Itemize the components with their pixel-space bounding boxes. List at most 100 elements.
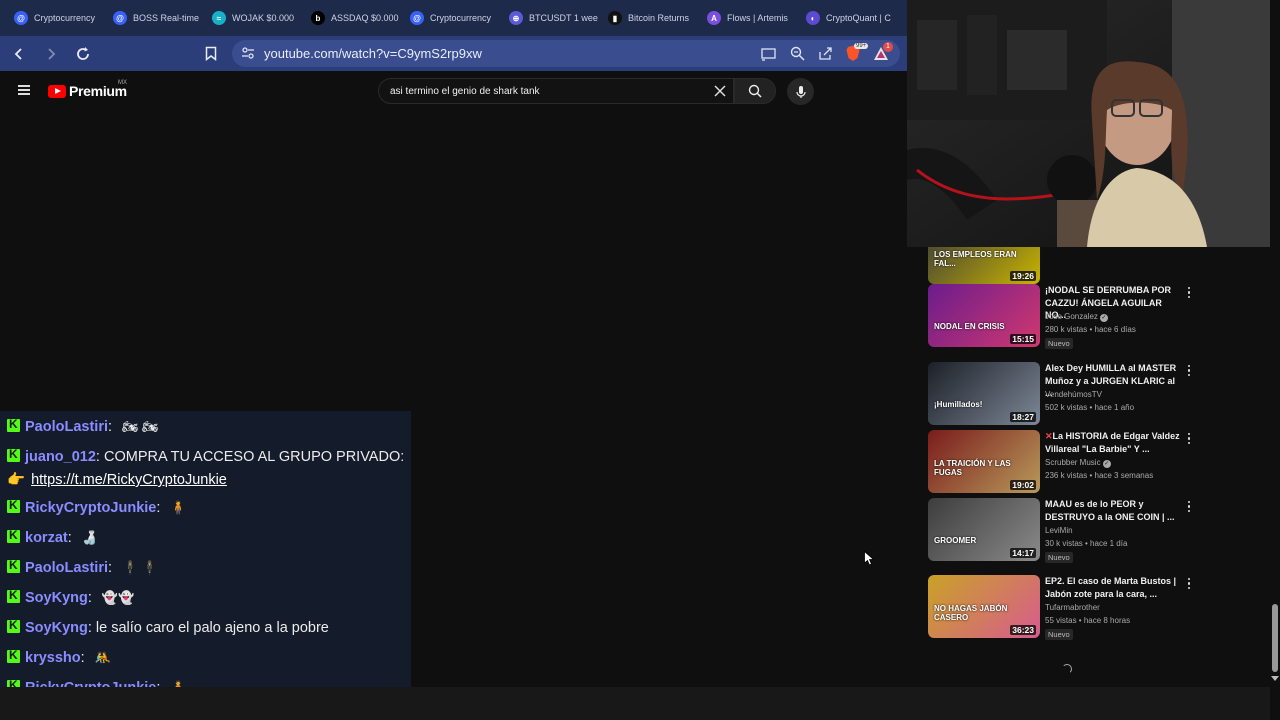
more-options-icon[interactable]	[1187, 287, 1191, 299]
back-button[interactable]	[6, 41, 32, 67]
chat-username[interactable]: PaoloLastiri	[25, 419, 108, 435]
video-thumbnail[interactable]: LA TRAICIÓN Y LAS FUGAS 19:02	[928, 430, 1040, 493]
clear-search-button[interactable]	[713, 82, 727, 103]
more-options-icon[interactable]	[1187, 578, 1191, 590]
video-duration: 14:17	[1010, 548, 1036, 558]
forward-button[interactable]	[38, 41, 64, 67]
zoom-icon[interactable]	[788, 45, 806, 63]
address-bar[interactable]: youtube.com/watch?v=C9ymS2rp9xw 99+ 1	[232, 40, 900, 67]
recommended-video[interactable]: ¡Humillados! 18:27 Alex Dey HUMILLA al MAS…	[928, 362, 1268, 428]
browser-tab[interactable]: ▮ Bitcoin Returns	[600, 0, 699, 36]
rewards-icon[interactable]: 1	[872, 41, 893, 63]
chat-separator: :	[108, 560, 117, 576]
chat-message: korzat: 🍶	[7, 528, 98, 546]
bookmark-button[interactable]	[198, 40, 224, 66]
chat-message: kryssho: 🤼	[7, 648, 111, 666]
more-options-icon[interactable]	[1187, 501, 1191, 513]
channel-name-text: VendehúmosTV	[1045, 390, 1102, 399]
chat-username[interactable]: SoyKyng	[25, 590, 88, 606]
scrollbar-thumb[interactable]	[1272, 604, 1278, 672]
video-thumbnail[interactable]: ¡Humillados! 18:27	[928, 362, 1040, 425]
video-title[interactable]: ✕La HISTORIA de Edgar Valdez Villareal "…	[1045, 430, 1181, 455]
browser-tab[interactable]: @ Cryptocurrency	[402, 0, 501, 36]
video-title[interactable]: EP2. El caso de Marta Bustos | Jabón zot…	[1045, 575, 1181, 600]
recommended-video[interactable]: LOS EMPLEOS ERAN FAL...19:2627 k vistas …	[928, 247, 1268, 287]
video-thumbnail[interactable]: NODAL EN CRISIS 15:15	[928, 284, 1040, 347]
video-title-text: EP2. El caso de Marta Bustos | Jabón zot…	[1045, 576, 1177, 599]
kick-badge-icon	[7, 648, 20, 663]
live-chat-overlay: PaoloLastiri: 🏍 🏍 juano_012: COMPRA TU AC…	[0, 411, 411, 720]
chat-separator: :	[67, 530, 76, 546]
recommended-video[interactable]: NO HAGAS JABÓN CASERO 36:23 EP2. El caso d…	[928, 575, 1268, 641]
channel-name[interactable]: VendehúmosTV	[1045, 390, 1102, 399]
address-bar-actions: 99+ 1	[760, 40, 900, 67]
bookmark-icon	[205, 46, 217, 61]
youtube-play-icon	[48, 84, 66, 98]
voice-search-button[interactable]	[787, 78, 814, 105]
browser-tab[interactable]: b ASSDAQ $0.000	[303, 0, 402, 36]
chat-link[interactable]: https://t.me/RickyCryptoJunkie	[31, 472, 227, 488]
scroll-down-arrow-icon[interactable]	[1271, 676, 1279, 681]
chat-message: SoyKyng: le salío caro el palo ajeno a l…	[7, 618, 329, 636]
brave-badge: 99+	[854, 42, 869, 49]
chat-emote: 🧍	[170, 500, 187, 515]
search-button[interactable]	[734, 78, 776, 104]
recommended-video[interactable]: NODAL EN CRISIS 15:15 ¡NODAL SE DERRUMBA P…	[928, 284, 1268, 350]
chat-username[interactable]: PaoloLastiri	[25, 560, 108, 576]
video-thumbnail[interactable]: GROOMER 14:17	[928, 498, 1040, 561]
recommended-video[interactable]: GROOMER 14:17 MAAU es de lo PEOR y DESTRUY…	[928, 498, 1268, 564]
chat-message: PaoloLastiri: 🏍 🏍	[7, 417, 159, 435]
webcam-feed	[907, 0, 1280, 247]
screen: @ Cryptocurrency @ BOSS Real-time ≈ WOJAK $0.…	[0, 0, 1280, 720]
channel-name[interactable]: Tufarmabrother	[1045, 603, 1100, 612]
browser-tab[interactable]: @ BOSS Real-time	[105, 0, 204, 36]
thumbnail-text: ¡Humillados!	[934, 400, 983, 409]
search-input-value[interactable]: asi termino el genio de shark tank	[390, 86, 540, 97]
youtube-logo[interactable]: Premium	[48, 83, 127, 99]
thumbnail-text: GROOMER	[934, 536, 977, 545]
browser-tab-label: Cryptocurrency	[430, 13, 492, 23]
coinmarketcap-icon: @	[14, 11, 28, 25]
recommendations-list: LOS EMPLEOS ERAN FAL...19:2627 k vistas …	[907, 247, 1270, 687]
video-title-text: La HISTORIA de Edgar Valdez Villareal "L…	[1045, 431, 1180, 454]
browser-tab-label: Flows | Artemis	[727, 13, 788, 23]
close-icon	[714, 85, 726, 97]
share-icon[interactable]	[816, 45, 834, 63]
menu-icon[interactable]	[18, 85, 30, 95]
video-duration: 15:15	[1010, 334, 1036, 344]
channel-name[interactable]: LeviMin	[1045, 526, 1073, 535]
cryptoquant-icon: ◐	[806, 11, 820, 25]
chat-username[interactable]: juano_012	[25, 449, 96, 465]
browser-tab-label: Bitcoin Returns	[628, 13, 690, 23]
browser-tab[interactable]: ⊕ BTCUSDT 1 wee	[501, 0, 600, 36]
browser-tab-label: BTCUSDT 1 wee	[529, 13, 598, 23]
channel-name[interactable]: Scrubber Music ✓	[1045, 458, 1111, 468]
more-options-icon[interactable]	[1187, 433, 1191, 445]
video-title[interactable]: MAAU es de lo PEOR y DESTRUYO a la ONE C…	[1045, 498, 1181, 523]
channel-name[interactable]: Jose Gonzalez ✓	[1045, 312, 1108, 322]
video-meta: 30 k vistas • hace 1 día	[1045, 539, 1128, 548]
chat-separator: :	[80, 650, 89, 666]
chat-username[interactable]: SoyKyng	[25, 620, 88, 636]
browser-tab[interactable]: ◐ CryptoQuant | C	[798, 0, 897, 36]
url-text[interactable]: youtube.com/watch?v=C9ymS2rp9xw	[264, 46, 482, 61]
browser-tab[interactable]: A Flows | Artemis	[699, 0, 798, 36]
page-scrollbar[interactable]	[1270, 0, 1280, 690]
browser-tab[interactable]: @ Cryptocurrency	[6, 0, 105, 36]
kick-badge-icon	[7, 528, 20, 543]
search-input[interactable]: asi termino el genio de shark tank	[378, 78, 734, 104]
video-thumbnail[interactable]: NO HAGAS JABÓN CASERO 36:23	[928, 575, 1040, 638]
more-options-icon[interactable]	[1187, 365, 1191, 377]
browser-tab[interactable]: ≈ WOJAK $0.000	[204, 0, 303, 36]
arrow-left-icon	[14, 47, 22, 60]
cast-icon[interactable]	[760, 45, 778, 63]
chat-username[interactable]: kryssho	[25, 650, 81, 666]
chat-username[interactable]: korzat	[25, 530, 68, 546]
recommended-video[interactable]: LA TRAICIÓN Y LAS FUGAS 19:02 ✕La HISTORIA…	[928, 430, 1268, 496]
brave-shield-icon[interactable]: 99+	[844, 42, 869, 63]
site-settings-icon[interactable]	[241, 46, 255, 65]
video-thumbnail[interactable]: LOS EMPLEOS ERAN FAL... 19:26	[928, 247, 1040, 284]
reload-button[interactable]	[70, 41, 96, 67]
channel-name-text: LeviMin	[1045, 526, 1073, 535]
chat-username[interactable]: RickyCryptoJunkie	[25, 500, 156, 516]
